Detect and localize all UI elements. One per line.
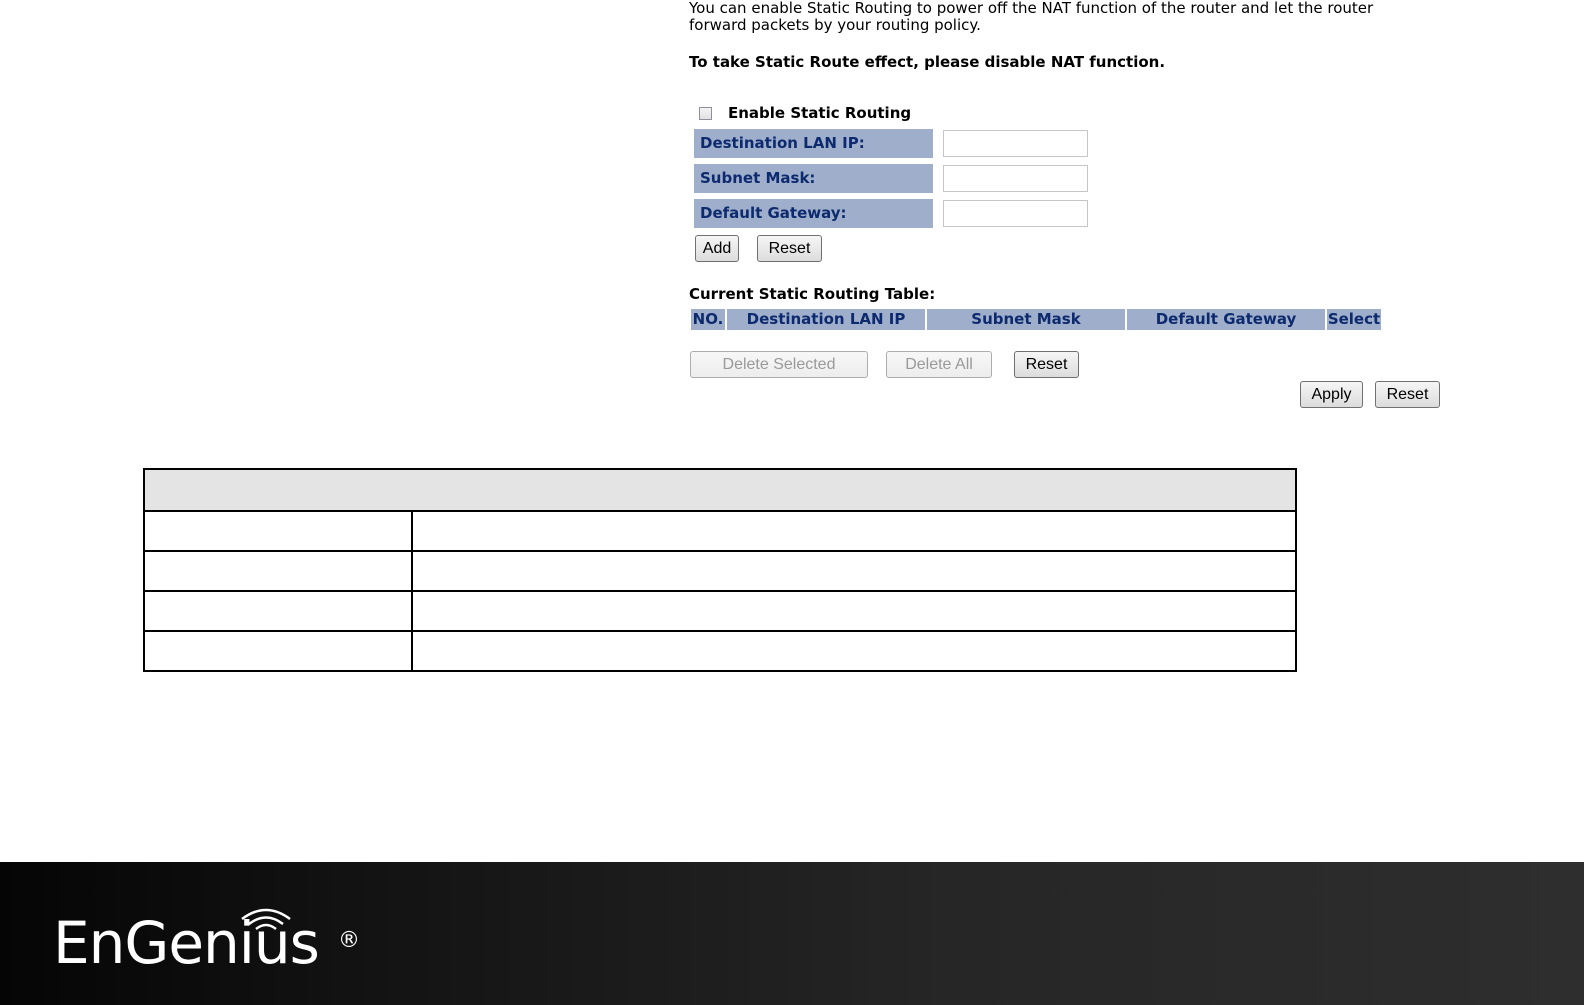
column-select: Select [1327,309,1381,330]
destination-lan-ip-label: Destination LAN IP: [694,129,933,158]
description-table [143,468,1297,672]
table-row [143,630,1297,672]
form-reset-button[interactable]: Reset [757,235,822,262]
column-no: NO. [691,309,725,330]
column-destination-lan-ip: Destination LAN IP [727,309,925,330]
routing-table-header: NO. Destination LAN IP Subnet Mask Defau… [691,309,1383,330]
default-gateway-input[interactable] [943,200,1088,227]
add-button[interactable]: Add [695,235,739,262]
table-row [143,550,1297,592]
column-subnet-mask: Subnet Mask [927,309,1125,330]
subnet-mask-input[interactable] [943,165,1088,192]
intro-text: You can enable Static Routing to power o… [689,0,1374,34]
column-default-gateway: Default Gateway [1127,309,1325,330]
table-reset-button[interactable]: Reset [1014,351,1079,378]
description-table-header [143,468,1297,512]
enable-static-routing-row[interactable]: Enable Static Routing [699,103,911,123]
nat-warning: To take Static Route effect, please disa… [689,53,1166,71]
delete-all-button[interactable]: Delete All [886,351,992,378]
table-row [143,590,1297,632]
subnet-mask-label: Subnet Mask: [694,164,933,193]
delete-selected-button[interactable]: Delete Selected [690,351,868,378]
destination-lan-ip-input[interactable] [943,130,1088,157]
table-row [143,510,1297,552]
enable-static-routing-checkbox[interactable] [699,106,712,120]
routing-table-title: Current Static Routing Table: [689,285,936,303]
default-gateway-label: Default Gateway: [694,199,933,228]
apply-button[interactable]: Apply [1300,381,1363,408]
enable-static-routing-label: Enable Static Routing [728,104,912,122]
registered-mark: ® [338,928,360,953]
engenius-logo: EnGenius [53,909,320,977]
page-reset-button[interactable]: Reset [1375,381,1440,408]
